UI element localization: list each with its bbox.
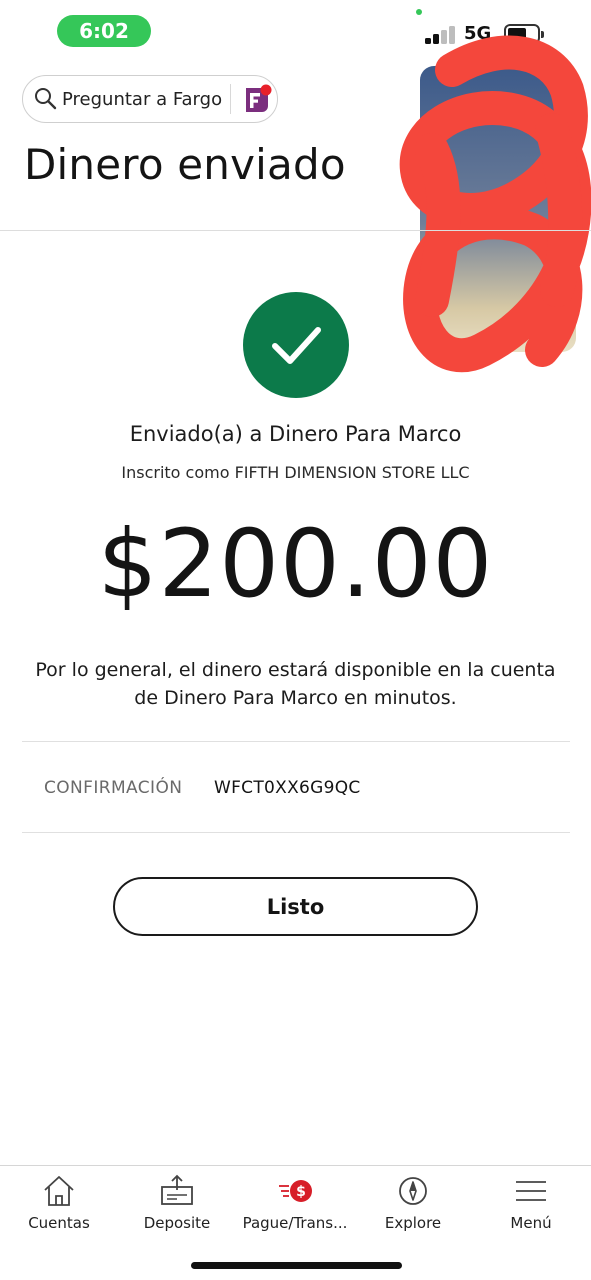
svg-text:$: $ [296, 1184, 306, 1200]
nav-item-pay-transfer[interactable]: $ Pague/Trans... [236, 1166, 354, 1246]
nav-label: Deposite [143, 1214, 211, 1232]
home-indicator[interactable] [191, 1262, 402, 1269]
page-title: Dinero enviado [24, 140, 346, 189]
redaction-scribble [399, 35, 591, 373]
confirmation-number: WFCT0XX6G9QC [214, 778, 361, 798]
pay-transfer-icon: $ [279, 1180, 312, 1202]
enrolled-as-text: Inscrito como FIFTH DIMENSION STORE LLC [121, 463, 470, 482]
amount-sent: $200.00 [97, 510, 494, 619]
done-button[interactable]: Listo [113, 877, 478, 936]
status-time: 6:02 [57, 15, 151, 47]
nav-item-menu[interactable]: Menú [472, 1166, 590, 1246]
search-placeholder: Preguntar a Fargo [62, 89, 223, 110]
nav-item-accounts[interactable]: Cuentas [0, 1166, 118, 1246]
ask-fargo-search-bar[interactable]: Preguntar a Fargo [22, 75, 278, 123]
success-checkmark-icon [243, 292, 349, 398]
nav-label: Cuentas [28, 1214, 90, 1232]
divider [22, 832, 570, 833]
camera-indicator [416, 9, 422, 15]
recipient-text: Enviado(a) a Dinero Para Marco [129, 422, 462, 446]
availability-message: Por lo general, el dinero estará disponi… [35, 659, 556, 709]
nav-label: Pague/Trans... [242, 1214, 348, 1232]
home-icon [44, 1176, 74, 1206]
divider [22, 741, 570, 742]
hamburger-menu-icon [516, 1181, 546, 1201]
nav-label: Menú [510, 1214, 552, 1232]
compass-icon [399, 1177, 427, 1205]
nav-item-deposit[interactable]: Deposite [118, 1166, 236, 1246]
fargo-icon[interactable] [237, 81, 275, 119]
header-divider [0, 230, 591, 231]
confirmation-label: CONFIRMACIÓN [44, 778, 183, 798]
deposit-icon [161, 1174, 193, 1205]
search-divider [230, 84, 231, 114]
nav-label: Explore [384, 1214, 442, 1232]
nav-item-explore[interactable]: Explore [354, 1166, 472, 1246]
search-icon [35, 88, 57, 110]
screen: 6:02 5G Preguntar a Fargo Dinero enviado… [0, 0, 591, 1280]
